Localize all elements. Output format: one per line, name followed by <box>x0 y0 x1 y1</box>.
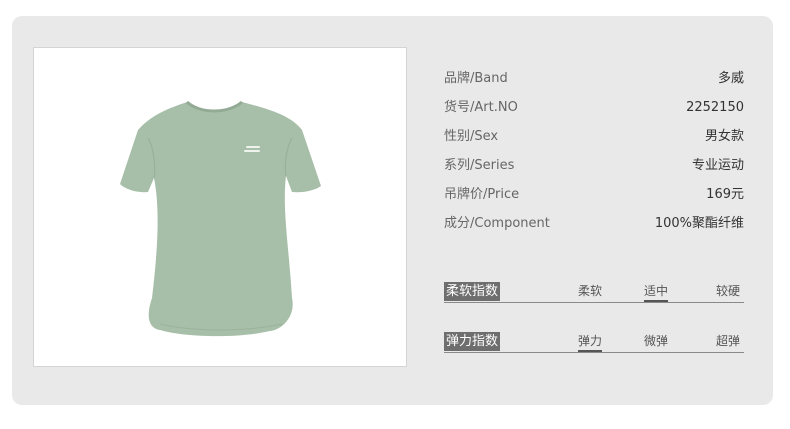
spec-value: 男女款 <box>704 129 744 144</box>
spec-row-series: 系列/Series 专业运动 <box>444 151 744 180</box>
elasticity-option-elastic: 弹力 <box>578 332 603 352</box>
elasticity-option-super: 超弹 <box>716 334 741 348</box>
spec-value: 多威 <box>717 71 744 86</box>
spec-value: 专业运动 <box>691 158 744 173</box>
softness-option-soft: 柔软 <box>578 284 603 298</box>
product-image <box>33 47 407 367</box>
spec-label: 系列/Series <box>444 158 515 173</box>
softness-scale: 柔软指数 柔软 适中 较硬 <box>444 282 744 303</box>
spec-value: 169元 <box>706 187 744 202</box>
tshirt-image <box>120 100 321 337</box>
elasticity-scale: 弹力指数 弹力 微弹 超弹 <box>444 332 744 353</box>
softness-option-medium: 适中 <box>644 282 669 302</box>
spec-row-sex: 性别/Sex 男女款 <box>444 122 744 151</box>
spec-row-brand: 品牌/Band 多威 <box>444 64 744 93</box>
spec-row-price: 吊牌价/Price 169元 <box>444 180 744 209</box>
spec-label: 吊牌价/Price <box>444 187 520 202</box>
spec-row-component: 成分/Component 100%聚酯纤维 <box>444 209 744 238</box>
product-info-card: 品牌/Band 多威 货号/Art.NO 2252150 性别/Sex 男女款 … <box>12 16 773 405</box>
elasticity-option-slight: 微弹 <box>644 334 669 348</box>
spec-table: 品牌/Band 多威 货号/Art.NO 2252150 性别/Sex 男女款 … <box>444 64 744 238</box>
tshirt-body <box>120 102 321 337</box>
spec-label: 成分/Component <box>444 216 550 231</box>
spec-label: 货号/Art.NO <box>444 100 518 115</box>
softness-title: 柔软指数 <box>444 282 501 301</box>
softness-option-hard: 较硬 <box>716 284 741 298</box>
spec-label: 性别/Sex <box>444 129 499 144</box>
spec-value: 2252150 <box>686 100 744 115</box>
elasticity-title: 弹力指数 <box>444 332 501 351</box>
spec-row-article-no: 货号/Art.NO 2252150 <box>444 93 744 122</box>
spec-value: 100%聚酯纤维 <box>654 216 744 231</box>
spec-label: 品牌/Band <box>444 71 508 86</box>
